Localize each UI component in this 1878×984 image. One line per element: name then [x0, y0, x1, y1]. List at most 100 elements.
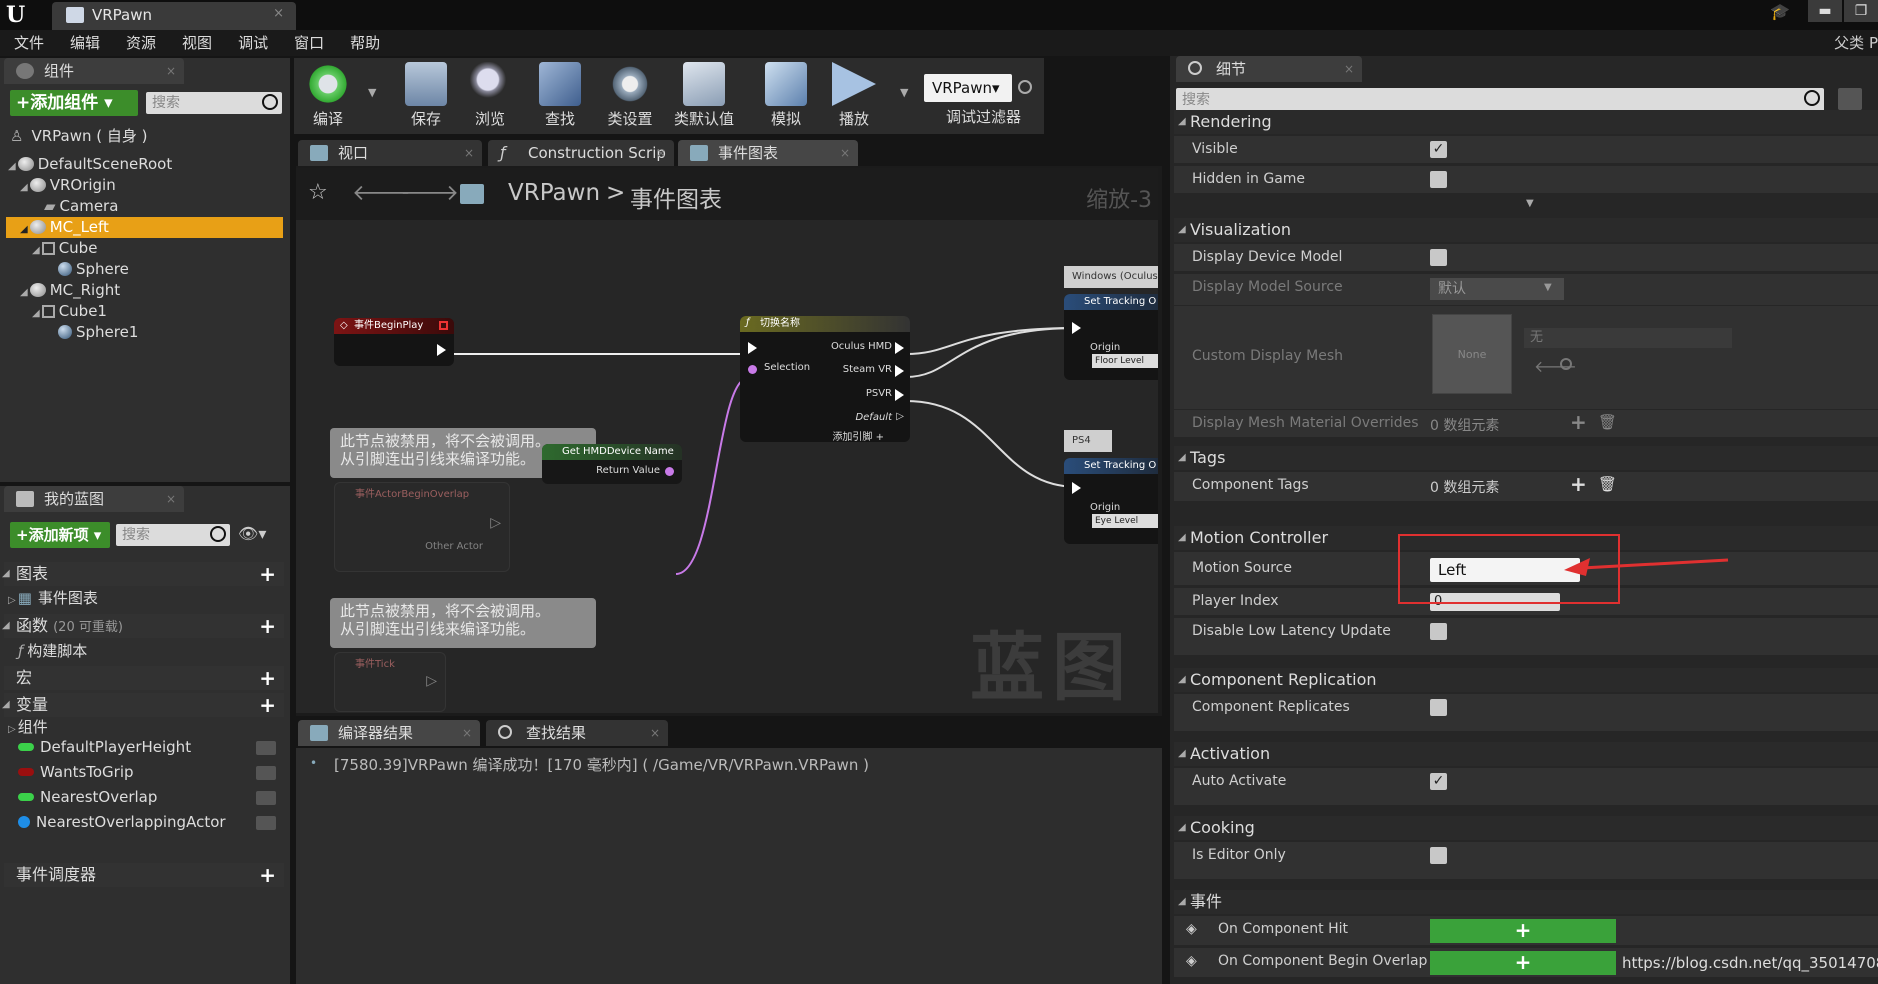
- debug-search-icon[interactable]: [1018, 80, 1032, 94]
- property-matrix-icon[interactable]: [1838, 88, 1862, 110]
- visibility-icon[interactable]: [256, 766, 276, 780]
- item-construction-script[interactable]: ƒ 构建脚本: [18, 641, 87, 662]
- exec-out-pin[interactable]: [437, 344, 446, 356]
- exec-out-pin[interactable]: ▷: [490, 515, 501, 531]
- add-variable-icon[interactable]: +: [259, 693, 276, 717]
- close-icon[interactable]: ×: [656, 140, 666, 166]
- node-set-tracking-origin-floor[interactable]: Set Tracking O Origin Floor Level: [1064, 294, 1158, 380]
- category-events[interactable]: ◢ 事件: [1174, 890, 1878, 914]
- exec-out-pin[interactable]: [895, 389, 904, 401]
- visibility-eye-icon[interactable]: 👁▾: [238, 524, 266, 543]
- variable-row[interactable]: DefaultPlayerHeight: [18, 737, 284, 758]
- browse-button[interactable]: 浏览: [460, 60, 520, 130]
- visible-checkbox[interactable]: ✓: [1430, 141, 1447, 158]
- parent-class-label[interactable]: 父类 P: [1834, 32, 1878, 53]
- tree-item-camera[interactable]: ▰ Camera: [44, 196, 118, 217]
- add-on-component-hit-button[interactable]: +: [1430, 919, 1616, 943]
- variable-row[interactable]: WantsToGrip: [18, 762, 284, 783]
- simulate-button[interactable]: 模拟: [756, 60, 816, 130]
- tree-item-sphere1[interactable]: Sphere1: [58, 322, 138, 343]
- details-search-input[interactable]: 搜索: [1176, 88, 1824, 112]
- node-event-tick[interactable]: 事件Tick ▷: [334, 652, 446, 712]
- add-element-icon[interactable]: +: [1570, 410, 1587, 434]
- node-event-beginplay[interactable]: 事件BeginPlay ◇: [334, 318, 454, 366]
- section-functions[interactable]: ◢ 函数 (20 可重载) +: [2, 614, 284, 638]
- category-tags[interactable]: ◢ Tags: [1174, 446, 1878, 470]
- delegate-pin[interactable]: [439, 321, 448, 330]
- play-options-chevron-icon[interactable]: ▼: [900, 86, 908, 99]
- exec-in-pin[interactable]: [748, 342, 757, 354]
- exec-out-pin-empty[interactable]: ▷: [896, 411, 904, 422]
- category-activation[interactable]: ◢ Activation: [1174, 742, 1878, 766]
- category-rendering[interactable]: ◢ Rendering: [1174, 110, 1878, 134]
- tab-construction-script[interactable]: ƒ Construction Scrip ×: [488, 140, 674, 166]
- blueprint-search-input[interactable]: 搜索: [116, 524, 230, 546]
- save-button[interactable]: 保存: [396, 60, 456, 130]
- mesh-thumbnail[interactable]: None: [1432, 314, 1512, 394]
- visibility-icon[interactable]: [256, 741, 276, 755]
- tree-item-mc-left[interactable]: ◢ MC_Left: [6, 217, 283, 238]
- add-graph-icon[interactable]: +: [259, 562, 276, 586]
- section-variables[interactable]: ◢ 变量 +: [2, 693, 284, 717]
- category-cooking[interactable]: ◢ Cooking: [1174, 816, 1878, 840]
- node-event-actor-begin-overlap[interactable]: 事件ActorBeginOverlap ▷ Other Actor: [334, 482, 510, 572]
- selection-pin[interactable]: [748, 365, 757, 374]
- debug-object-select[interactable]: VRPawn▾: [924, 74, 1012, 102]
- return-value-pin[interactable]: [665, 467, 674, 476]
- close-icon[interactable]: ×: [166, 486, 176, 512]
- minimize-button[interactable]: ▬: [1808, 0, 1842, 22]
- exec-out-pin[interactable]: ▷: [426, 673, 437, 689]
- item-components-group[interactable]: ▷ 组件: [8, 717, 48, 738]
- close-icon[interactable]: ×: [650, 720, 660, 746]
- tab-find-results[interactable]: 查找结果 ×: [486, 720, 668, 746]
- close-icon[interactable]: ×: [273, 6, 284, 21]
- visibility-icon[interactable]: [256, 791, 276, 805]
- compile-button[interactable]: 编译: [298, 60, 358, 130]
- find-button[interactable]: 查找: [530, 60, 590, 130]
- close-icon[interactable]: ×: [462, 720, 472, 746]
- learn-icon[interactable]: 🎓: [1770, 2, 1800, 26]
- add-on-component-begin-overlap-button[interactable]: +: [1430, 951, 1616, 975]
- origin-select[interactable]: Floor Level: [1092, 354, 1158, 368]
- add-macro-icon[interactable]: +: [259, 666, 276, 690]
- components-search-input[interactable]: 搜索: [146, 92, 282, 114]
- auto-activate-checkbox[interactable]: ✓: [1430, 773, 1447, 790]
- exec-out-pin[interactable]: [895, 342, 904, 354]
- menu-debug[interactable]: 调试: [238, 30, 268, 56]
- section-graphs[interactable]: ◢ 图表 +: [2, 562, 284, 586]
- add-function-icon[interactable]: +: [259, 614, 276, 638]
- menu-edit[interactable]: 编辑: [70, 30, 100, 56]
- tab-event-graph[interactable]: 事件图表 ×: [678, 140, 858, 166]
- mesh-asset-combo[interactable]: 无: [1524, 328, 1732, 348]
- menu-window[interactable]: 窗口: [294, 30, 324, 56]
- tree-item-sphere[interactable]: Sphere: [58, 259, 129, 280]
- is-editor-only-checkbox[interactable]: [1430, 847, 1447, 864]
- details-tab[interactable]: 细节 ×: [1176, 56, 1362, 82]
- add-new-button[interactable]: +添加新项 ▾: [10, 522, 110, 548]
- advanced-expand-icon[interactable]: ▼: [1526, 198, 1534, 209]
- close-icon[interactable]: ×: [1344, 56, 1354, 82]
- exec-in-pin[interactable]: [1072, 322, 1081, 334]
- tree-item-vrorigin[interactable]: ◢ VROrigin: [20, 175, 116, 196]
- category-visualization[interactable]: ◢ Visualization: [1174, 218, 1878, 242]
- visibility-icon[interactable]: [256, 816, 276, 830]
- menu-asset[interactable]: 资源: [126, 30, 156, 56]
- node-switch-on-name[interactable]: 切换名称 ƒ Selection Oculus HMD Steam VR PSV…: [740, 316, 910, 443]
- menu-help[interactable]: 帮助: [350, 30, 380, 56]
- section-event-dispatchers[interactable]: 事件调度器 +: [4, 863, 284, 887]
- variable-row[interactable]: NearestOverlappingActor: [18, 812, 284, 833]
- add-element-icon[interactable]: +: [1570, 472, 1587, 496]
- event-graph-canvas[interactable]: ☆ 🡐 🡒 VRPawn > 事件图表 缩放-3 蓝图 事件BeginPlay …: [296, 168, 1158, 713]
- add-pin-button[interactable]: 添加引脚 +: [832, 428, 884, 443]
- browse-search-icon[interactable]: [1560, 358, 1572, 370]
- item-event-graph[interactable]: ▷ ▦ 事件图表: [8, 588, 98, 609]
- tab-compiler-results[interactable]: 编译器结果 ×: [298, 720, 480, 746]
- trash-icon[interactable]: 🗑: [1598, 475, 1617, 493]
- close-icon[interactable]: ×: [464, 140, 474, 166]
- tree-item-cube1[interactable]: ◢ Cube1: [32, 301, 107, 322]
- menu-view[interactable]: 视图: [182, 30, 212, 56]
- node-set-tracking-origin-eye[interactable]: Set Tracking O Origin Eye Level: [1064, 458, 1158, 544]
- close-icon[interactable]: ×: [840, 140, 850, 166]
- hidden-in-game-checkbox[interactable]: [1430, 171, 1447, 188]
- class-defaults-button[interactable]: 类默认值: [674, 60, 734, 130]
